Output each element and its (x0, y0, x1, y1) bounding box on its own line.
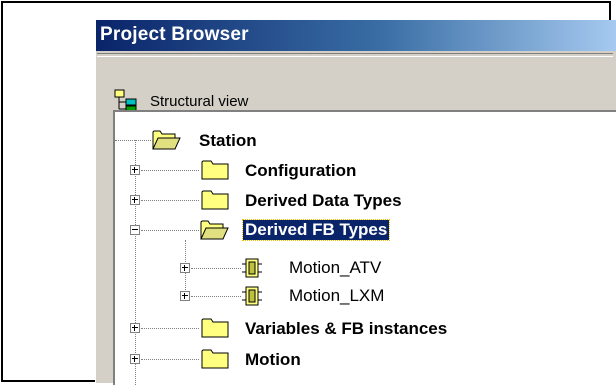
project-tree: Station Configuration Derived Data Types (115, 112, 616, 385)
folder-icon (201, 160, 229, 180)
folder-open-icon (152, 130, 181, 150)
project-browser-window: Project Browser Structural view Station … (95, 20, 616, 385)
folder-icon (201, 318, 229, 338)
tree-line (191, 268, 241, 269)
tree-line (141, 200, 199, 201)
function-block-icon (242, 286, 262, 306)
tree-node-label: Configuration (245, 161, 357, 180)
tree-line (141, 170, 199, 171)
title-bar[interactable]: Project Browser (96, 20, 616, 51)
tree-node-label: Variables & FB instances (245, 319, 448, 338)
expand-toggle[interactable] (180, 291, 190, 301)
tree-node-label: Motion (245, 350, 301, 369)
tree-node-label: Station (199, 131, 257, 150)
expand-toggle[interactable] (180, 263, 190, 273)
expand-toggle[interactable] (130, 195, 140, 205)
structural-view-label[interactable]: Structural view (150, 93, 248, 110)
tree-pane[interactable]: Station Configuration Derived Data Types (113, 110, 616, 385)
tree-line (141, 230, 199, 231)
toolbar-divider (97, 53, 613, 57)
tree-line (141, 359, 199, 360)
folder-icon (201, 349, 229, 369)
expand-toggle[interactable] (130, 354, 140, 364)
tree-line (141, 328, 199, 329)
folder-icon (201, 190, 229, 210)
tree-line (191, 296, 241, 297)
tree-node-label-selected: Derived FB Types (241, 219, 391, 241)
tree-node-label: Motion_LXM (289, 286, 385, 305)
expand-toggle[interactable] (130, 165, 140, 175)
window-title: Project Browser (100, 24, 249, 45)
tree-node-label: Motion_ATV (289, 258, 382, 277)
collapse-toggle[interactable] (130, 225, 140, 235)
tree-line (115, 140, 151, 141)
folder-open-icon (200, 220, 229, 240)
expand-toggle[interactable] (130, 323, 140, 333)
function-block-icon (242, 258, 262, 278)
tree-node-label: Derived Data Types (245, 191, 402, 210)
tree-line (135, 140, 136, 385)
